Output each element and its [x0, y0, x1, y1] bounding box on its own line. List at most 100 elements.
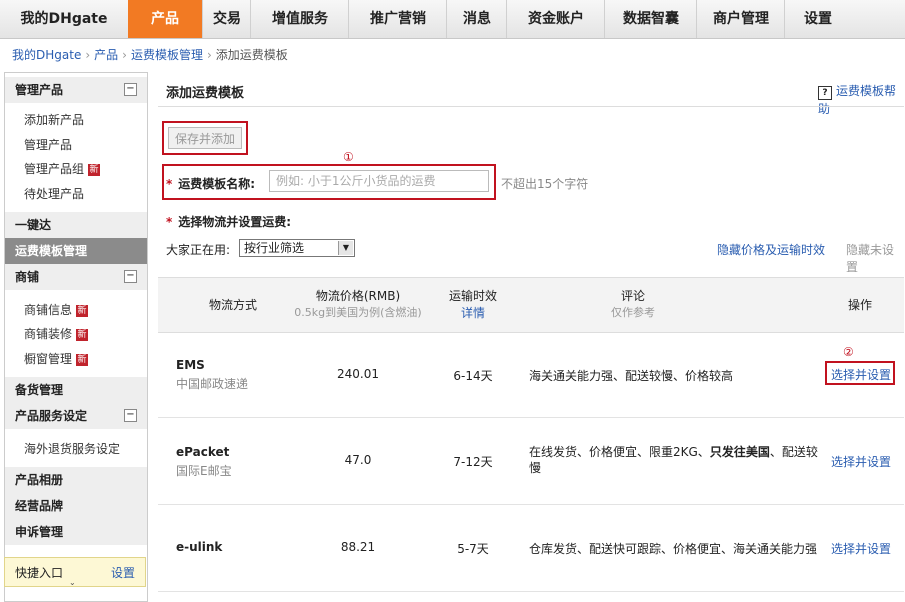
method-name: ePacket: [176, 445, 230, 459]
collapse-icon[interactable]: −: [124, 270, 137, 283]
sidebar-item-manage-products[interactable]: 管理产品: [24, 136, 72, 153]
comment-value: 海关通关能力强、配送较慢、价格较高: [529, 369, 734, 383]
header-time-label: 运输时效: [448, 289, 497, 303]
sidebar-section-title: 管理产品: [15, 83, 64, 97]
hide-unset-link[interactable]: 隐藏未设置: [846, 241, 905, 275]
header-price-sub: 0.5kg到美国为例(含燃油): [294, 306, 422, 319]
filter-label: 大家正在用:: [166, 243, 231, 257]
breadcrumb-products[interactable]: 产品: [94, 48, 118, 62]
breadcrumb-shipping-templates[interactable]: 运费模板管理: [131, 48, 203, 62]
breadcrumb-current: 添加运费模板: [215, 48, 288, 62]
quick-entry-settings-link[interactable]: 设置: [111, 564, 135, 581]
question-icon: ?: [818, 86, 832, 100]
sidebar-item-appeals[interactable]: 申诉管理: [5, 519, 147, 545]
table-row: e-ulink 88.21 5-7天 仓库发货、配送快可跟踪、价格便宜、海关通关…: [158, 505, 904, 592]
chevron-right-icon: ›: [122, 48, 127, 62]
header-method: 物流方式: [208, 298, 257, 312]
sidebar-item-yijianda[interactable]: 一键达: [5, 212, 147, 238]
table-row: EMS 中国邮政速递 240.01 6-14天 海关通关能力强、配送较慢、价格较…: [158, 331, 904, 418]
method-name: EMS: [176, 358, 205, 372]
price-value: 88.21: [340, 540, 376, 554]
nav-brand[interactable]: 我的DHgate: [0, 0, 128, 38]
nav-tab-funds[interactable]: 资金账户: [506, 0, 605, 38]
sidebar-item-add-product[interactable]: 添加新产品: [24, 111, 84, 128]
template-name-label-text: 运费模板名称:: [178, 177, 256, 191]
nav-tab-messages[interactable]: 消息: [446, 0, 507, 38]
method-sub: 国际E邮宝: [176, 464, 232, 478]
header-comment-label: 评论: [620, 289, 645, 303]
select-setup-link[interactable]: 选择并设置: [831, 366, 891, 383]
sidebar-section-manage-products[interactable]: 管理产品 −: [5, 77, 147, 103]
logistics-label: * 选择物流并设置运费:: [166, 213, 291, 230]
new-badge: 新: [76, 305, 89, 317]
required-icon: *: [166, 215, 173, 229]
nav-tab-data[interactable]: 数据智囊: [604, 0, 697, 38]
price-value: 240.01: [337, 367, 379, 381]
nav-tab-trade[interactable]: 交易: [202, 0, 251, 38]
collapse-icon[interactable]: −: [124, 409, 137, 422]
header-comment: 评论 仅作参考: [578, 287, 688, 320]
chevron-right-icon: ›: [85, 48, 91, 62]
time-value: 7-12天: [453, 455, 493, 469]
nav-tab-products[interactable]: 产品: [128, 0, 202, 38]
header-action: 操作: [847, 298, 872, 312]
sidebar-item-product-album[interactable]: 产品相册: [5, 467, 147, 493]
help-link[interactable]: ? 运费模板帮助: [818, 82, 905, 117]
sidebar-item-showcase[interactable]: 橱窗管理新: [24, 350, 89, 367]
sidebar-section-title: 商铺: [15, 270, 40, 284]
dropdown-arrow-icon[interactable]: ▼: [338, 241, 353, 255]
comment-value: 在线发货、价格便宜、限重2KG、只发往美国、配送较慢: [529, 444, 819, 476]
select-setup-link[interactable]: 选择并设置: [831, 453, 891, 470]
quick-entry-title: 快捷入口: [15, 566, 64, 580]
annotation-mark-1: ①: [343, 150, 354, 164]
sidebar-item-overseas-return[interactable]: 海外退货服务设定: [24, 440, 120, 457]
quick-entry-panel: 快捷入口 设置 ⌄: [4, 557, 146, 587]
table-header: 物流方式 物流价格(RMB) 0.5kg到美国为例(含燃油) 运输时效 详情 评…: [158, 277, 904, 333]
sidebar-item-brands[interactable]: 经营品牌: [5, 493, 147, 519]
time-value: 6-14天: [453, 369, 493, 383]
sidebar-item-product-groups[interactable]: 管理产品组新: [24, 160, 101, 177]
template-name-label: * 运费模板名称:: [166, 175, 255, 192]
sidebar-item-shipping-templates[interactable]: 运费模板管理: [5, 238, 147, 264]
sidebar-section-product-service[interactable]: 产品服务设定 −: [5, 403, 147, 429]
industry-filter-value: 按行业筛选: [244, 241, 305, 255]
collapse-icon[interactable]: −: [124, 83, 137, 96]
template-name-hint: 不超出15个字符: [501, 177, 589, 191]
sidebar-item-label: 商铺信息: [24, 303, 73, 317]
header-price: 物流价格(RMB) 0.5kg到美国为例(含燃油): [278, 287, 438, 320]
page-title: 添加运费模板: [166, 86, 245, 101]
header-time: 运输时效 详情: [438, 287, 508, 321]
hide-price-link[interactable]: 隐藏价格及运输时效: [717, 241, 825, 258]
required-icon: *: [166, 177, 173, 191]
select-setup-link[interactable]: 选择并设置: [831, 540, 891, 557]
save-add-button[interactable]: 保存并添加: [168, 127, 242, 149]
sidebar-item-pending-products[interactable]: 待处理产品: [24, 185, 84, 202]
breadcrumb-home[interactable]: 我的DHgate: [12, 48, 81, 62]
chevron-right-icon: ›: [206, 48, 212, 62]
price-value: 47.0: [344, 453, 372, 467]
header-price-label: 物流价格(RMB): [315, 289, 401, 303]
new-badge: 新: [88, 164, 101, 176]
sidebar-item-stock-management[interactable]: 备货管理: [5, 377, 147, 403]
sidebar: 管理产品 − 添加新产品 管理产品 管理产品组新 待处理产品 一键达 运费模板管…: [4, 72, 148, 602]
sidebar-section-store[interactable]: 商铺 −: [5, 264, 147, 290]
nav-tab-value-added[interactable]: 增值服务: [250, 0, 349, 38]
sidebar-item-label: 管理产品组: [24, 162, 85, 176]
header-comment-sub: 仅作参考: [611, 306, 655, 319]
nav-tab-promotion[interactable]: 推广营销: [348, 0, 447, 38]
new-badge: 新: [76, 354, 89, 366]
industry-filter-select[interactable]: 按行业筛选 ▼: [239, 239, 355, 257]
sidebar-item-store-decoration[interactable]: 商铺装修新: [24, 325, 89, 342]
nav-tab-settings[interactable]: 设置: [784, 0, 851, 38]
sidebar-item-label: 橱窗管理: [24, 352, 73, 366]
nav-tab-merchant[interactable]: 商户管理: [696, 0, 785, 38]
chevron-down-icon[interactable]: ⌄: [69, 578, 76, 587]
new-badge: 新: [76, 329, 89, 341]
breadcrumb: 我的DHgate › 产品 › 运费模板管理 › 添加运费模板: [12, 46, 288, 63]
time-details-link[interactable]: 详情: [438, 304, 508, 321]
comment-text: 在线发货、价格便宜、限重2KG、: [529, 445, 710, 459]
sidebar-section-title: 产品服务设定: [15, 409, 88, 423]
sidebar-item-store-info[interactable]: 商铺信息新: [24, 301, 89, 318]
template-name-input[interactable]: 例如: 小于1公斤小货品的运费: [269, 170, 489, 192]
divider: [158, 106, 904, 107]
